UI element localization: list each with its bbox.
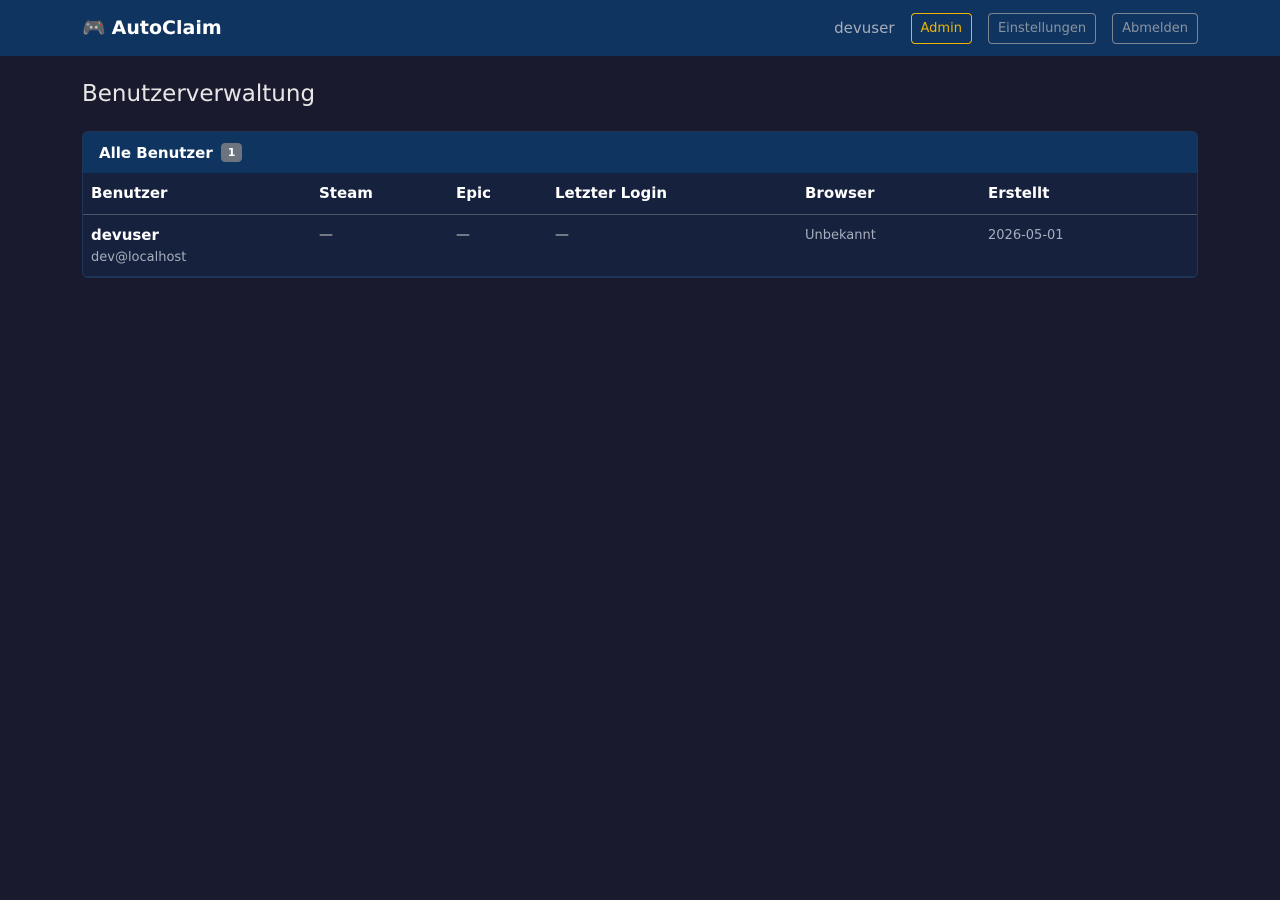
settings-button[interactable]: Einstellungen [987, 12, 1097, 44]
epic-cell: — [448, 214, 547, 277]
users-card-header: Alle Benutzer 1 [83, 132, 1197, 173]
logout-button[interactable]: Abmelden [1112, 12, 1198, 44]
column-header-browser: Browser [797, 173, 980, 215]
steam-value: — [319, 226, 333, 243]
steam-cell: — [311, 214, 448, 277]
column-header-last-login: Letzter Login [547, 173, 797, 215]
column-header-user: Benutzer [83, 173, 311, 215]
brand-name: AutoClaim [111, 17, 222, 39]
column-header-created: Erstellt [980, 173, 1197, 215]
current-username: devuser [834, 19, 895, 37]
user-name: devuser [91, 225, 159, 244]
browser-value: Unbekannt [805, 227, 876, 243]
last-login-value: — [555, 226, 569, 243]
top-navbar: 🎮 AutoClaim devuser Admin Einstellungen … [0, 0, 1280, 56]
page-title: Benutzerverwaltung [82, 81, 316, 107]
brand-link[interactable]: 🎮 AutoClaim [82, 17, 222, 39]
nav-actions: devuser Admin Einstellungen Abmelden [834, 12, 1198, 44]
users-card-title: Alle Benutzer [99, 143, 213, 162]
created-cell: 2026-05-01 [980, 214, 1197, 277]
main-content: Benutzerverwaltung Alle Benutzer 1 Benut… [0, 56, 1280, 302]
gamepad-icon: 🎮 [82, 16, 106, 39]
users-card: Alle Benutzer 1 Benutzer Steam Epic Letz… [82, 131, 1198, 278]
created-value: 2026-05-01 [988, 227, 1064, 243]
epic-value: — [456, 226, 470, 243]
table-row: devuser dev@localhost — — — Unbekannt 20… [83, 214, 1197, 277]
user-cell: devuser dev@localhost [83, 214, 311, 277]
browser-cell: Unbekannt [797, 214, 980, 277]
users-table: Benutzer Steam Epic Letzter Login Browse… [83, 173, 1197, 277]
column-header-steam: Steam [311, 173, 448, 215]
user-email: dev@localhost [91, 249, 187, 265]
column-header-epic: Epic [448, 173, 547, 215]
last-login-cell: — [547, 214, 797, 277]
user-count-badge: 1 [220, 143, 243, 162]
table-header-row: Benutzer Steam Epic Letzter Login Browse… [83, 173, 1197, 215]
admin-button[interactable]: Admin [910, 12, 972, 44]
